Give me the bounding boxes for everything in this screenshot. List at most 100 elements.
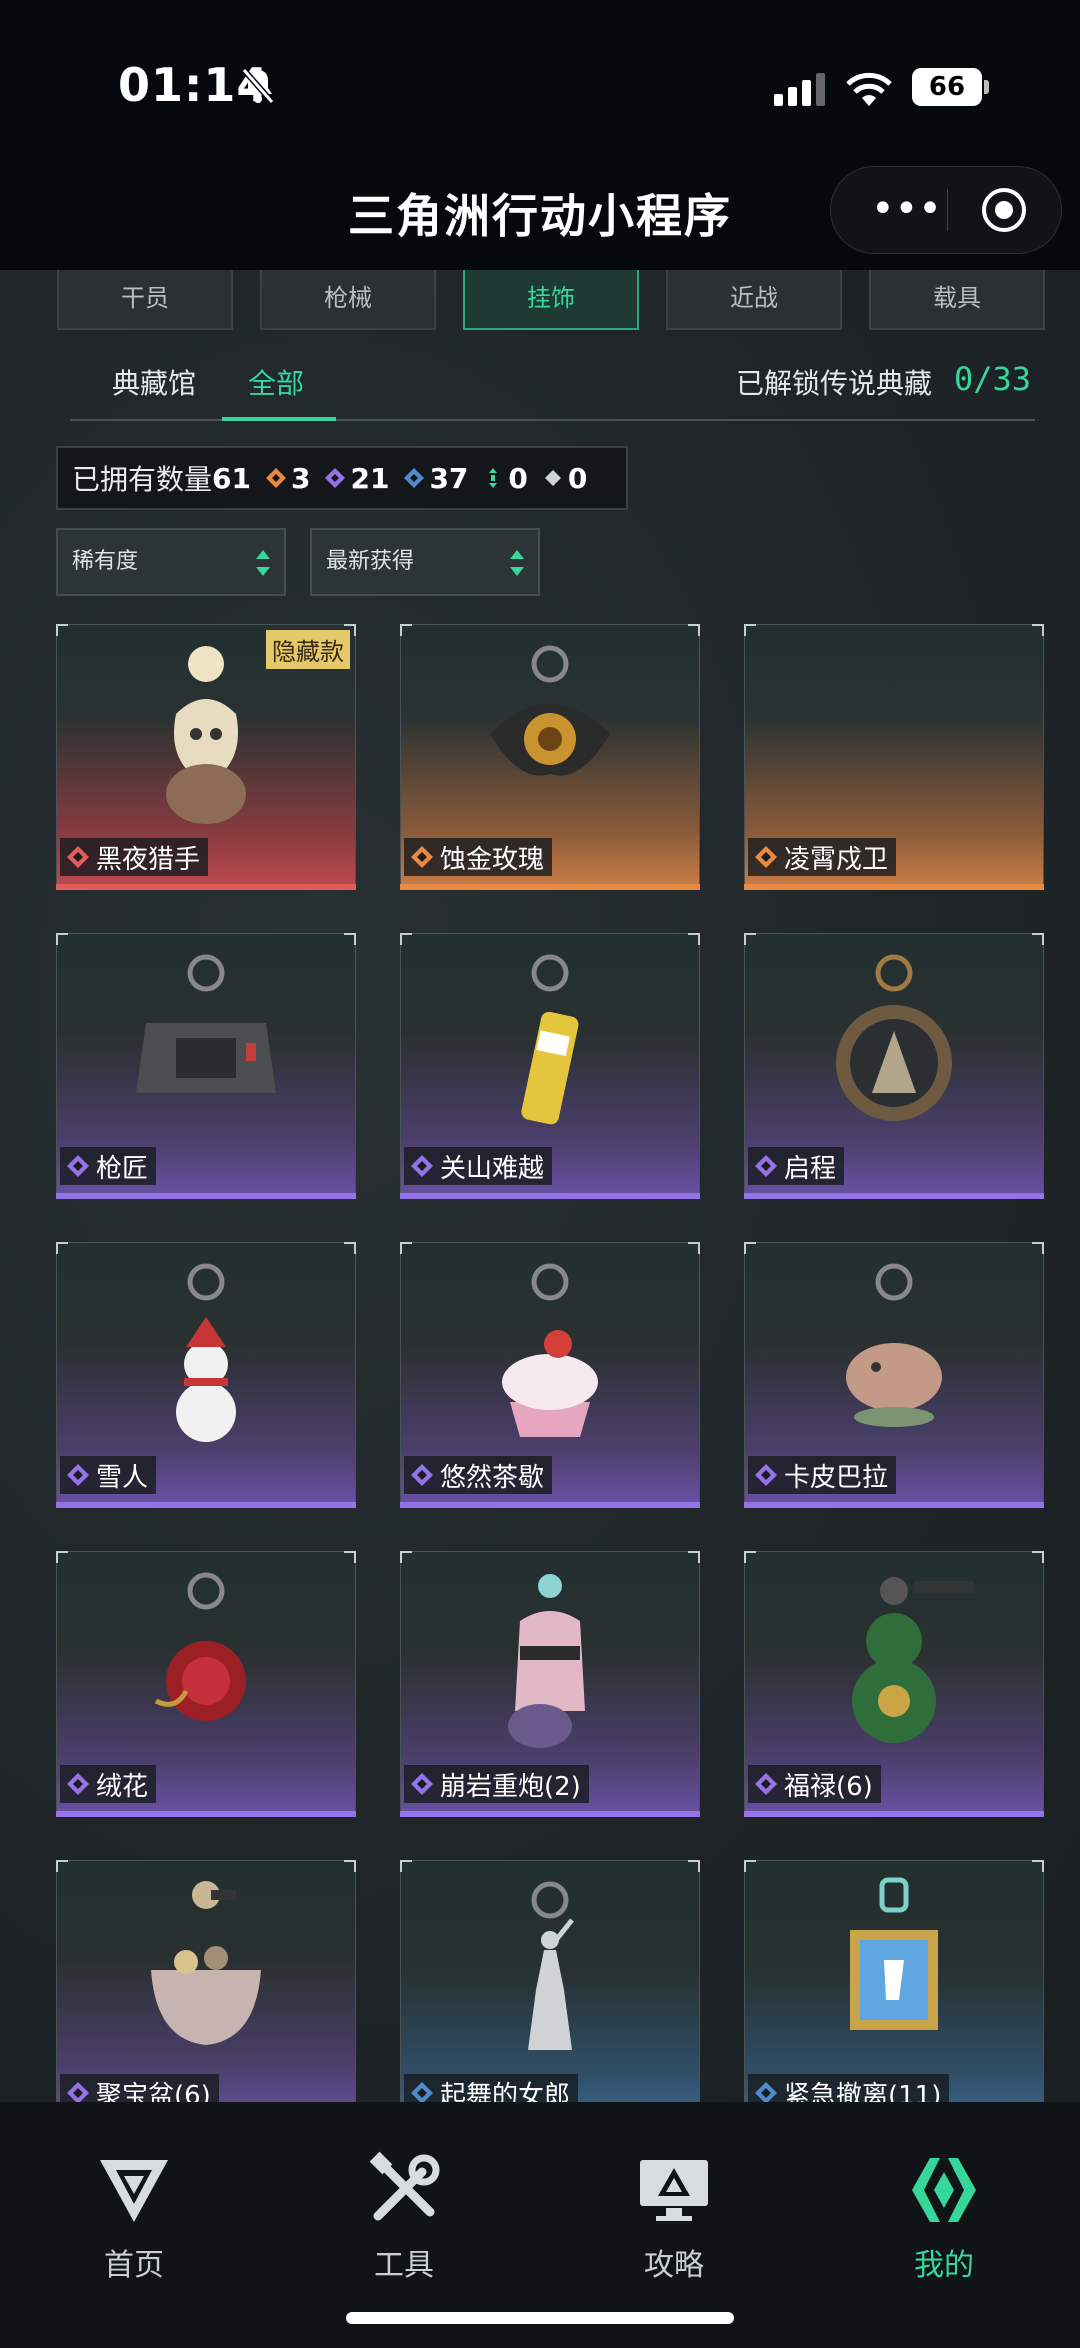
charm-card[interactable]: 起舞的女郎: [400, 1860, 700, 2126]
charm-card[interactable]: 绒花: [56, 1551, 356, 1817]
snowman-charm: [176, 1263, 236, 1442]
tab-operators[interactable]: 干员: [57, 270, 233, 330]
rarity-diamond-icon: [755, 1773, 777, 1795]
card-corner: [744, 933, 756, 945]
card-corner: [400, 1551, 412, 1563]
subtab-museum[interactable]: 典藏馆: [112, 362, 196, 402]
can-charm: [521, 954, 579, 1125]
nav-profile[interactable]: 我的: [874, 2150, 1014, 2284]
sort-filter[interactable]: 最新获得: [310, 528, 540, 596]
charm-card[interactable]: 雪人: [56, 1242, 356, 1508]
charm-card[interactable]: 关山难越: [400, 933, 700, 1199]
rarity-diamond-icon: [411, 846, 433, 868]
card-corner: [400, 1860, 412, 1872]
signal-icon: [774, 73, 825, 106]
charm-name: 绒花: [96, 1771, 149, 1802]
exit-sign-charm: [850, 1877, 938, 2030]
nav-tools-label: 工具: [374, 2248, 434, 2283]
rarity-diamond-icon: [411, 1773, 433, 1795]
nav-guide[interactable]: 攻略: [604, 2150, 744, 2284]
close-target-icon[interactable]: [979, 185, 1029, 235]
charm-name-tag: 雪人: [60, 1456, 157, 1494]
nav-home[interactable]: 首页: [64, 2150, 204, 2284]
charm-card[interactable]: 紧急撤离(11): [744, 1860, 1044, 2126]
sort-arrows-icon: [256, 550, 270, 576]
charm-name: 启程: [784, 1153, 837, 1184]
charm-name: 凌霄戍卫: [784, 844, 889, 875]
orange-diamond-icon: [265, 468, 286, 488]
charm-name-tag: 凌霄戍卫: [748, 838, 897, 876]
rarity-diamond-icon: [755, 1155, 777, 1177]
dancer-charm: [528, 1881, 574, 2050]
charm-card[interactable]: 福禄(6): [744, 1551, 1044, 1817]
charm-name-tag: 卡皮巴拉: [748, 1456, 897, 1494]
blue-diamond-icon: [404, 468, 425, 488]
charm-card[interactable]: 崩岩重炮(2): [400, 1551, 700, 1817]
charm-name: 崩岩重炮(2): [440, 1771, 581, 1802]
charm-name: 雪人: [96, 1462, 149, 1493]
more-icon[interactable]: •••: [871, 189, 942, 229]
rarity-diamond-icon: [67, 1155, 89, 1177]
white-diamond-icon: [544, 470, 561, 486]
card-corner: [56, 1551, 68, 1563]
rarity-bar: [56, 1811, 356, 1817]
charm-name-tag: 蚀金玫瑰: [404, 838, 553, 876]
card-corner: [56, 624, 68, 636]
rarity-diamond-icon: [67, 846, 89, 868]
card-corner: [1032, 1242, 1044, 1254]
tab-melee[interactable]: 近战: [666, 270, 842, 330]
rarity-diamond-icon: [67, 1464, 89, 1486]
charm-name-tag: 崩岩重炮(2): [404, 1765, 589, 1803]
armor-plate-charm: [136, 954, 276, 1093]
rarity-bar: [400, 1811, 700, 1817]
card-corner: [744, 1551, 756, 1563]
bell-muted-icon: [241, 68, 275, 104]
owned-total: 61: [212, 461, 251, 495]
card-corner: [1032, 1551, 1044, 1563]
rarity-diamond-icon: [411, 1155, 433, 1177]
charm-card[interactable]: 凌霄戍卫: [744, 624, 1044, 890]
charm-name: 福禄(6): [784, 1771, 873, 1802]
nav-profile-label: 我的: [914, 2248, 974, 2283]
rarity-bar: [744, 1811, 1044, 1817]
tab-guns[interactable]: 枪械: [260, 270, 436, 330]
charm-card[interactable]: 聚宝盆(6): [56, 1860, 356, 2126]
card-corner: [344, 1860, 356, 1872]
home-indicator: [346, 2312, 734, 2324]
charm-card[interactable]: 枪匠: [56, 933, 356, 1199]
card-corner: [744, 1860, 756, 1872]
tab-vehicles[interactable]: 载具: [869, 270, 1045, 330]
rarity-count-green-value: 0: [508, 461, 528, 495]
rarity-count-white-value: 0: [567, 461, 588, 495]
charm-name-tag: 悠然茶歇: [404, 1456, 553, 1494]
rarity-count-orange: 3: [265, 462, 310, 495]
subtab-all[interactable]: 全部: [248, 362, 304, 402]
card-corner: [688, 1242, 700, 1254]
charm-card[interactable]: 隐藏款 黑夜猎手: [56, 624, 356, 890]
charm-name: 枪匠: [96, 1153, 149, 1184]
rarity-bar: [56, 1193, 356, 1199]
rarity-bar: [400, 1193, 700, 1199]
legend-unlock-count: 0/33: [954, 360, 1032, 398]
rarity-filter[interactable]: 稀有度: [56, 528, 286, 596]
wifi-icon: [846, 72, 892, 106]
charm-card[interactable]: 悠然茶歇: [400, 1242, 700, 1508]
charm-card[interactable]: 卡皮巴拉: [744, 1242, 1044, 1508]
charm-name: 关山难越: [440, 1153, 545, 1184]
red-rose-charm: [154, 1572, 246, 1721]
rarity-bar: [56, 884, 356, 890]
nav-home-label: 首页: [104, 2248, 164, 2283]
charm-card[interactable]: 蚀金玫瑰: [400, 624, 700, 890]
tab-charms[interactable]: 挂饰: [463, 270, 639, 330]
legend-unlock-label: 已解锁传说典藏: [736, 367, 933, 400]
card-corner: [344, 933, 356, 945]
rarity-bar: [744, 1502, 1044, 1508]
rarity-count-blue: 37: [403, 462, 468, 495]
rarity-count-purple: 21: [324, 462, 389, 495]
card-corner: [744, 1242, 756, 1254]
capsule-divider: [947, 189, 948, 231]
charm-card[interactable]: 启程: [744, 933, 1044, 1199]
nav-tools[interactable]: 工具: [334, 2150, 474, 2284]
rarity-bar: [744, 1193, 1044, 1199]
green-marker-icon: [489, 468, 498, 488]
